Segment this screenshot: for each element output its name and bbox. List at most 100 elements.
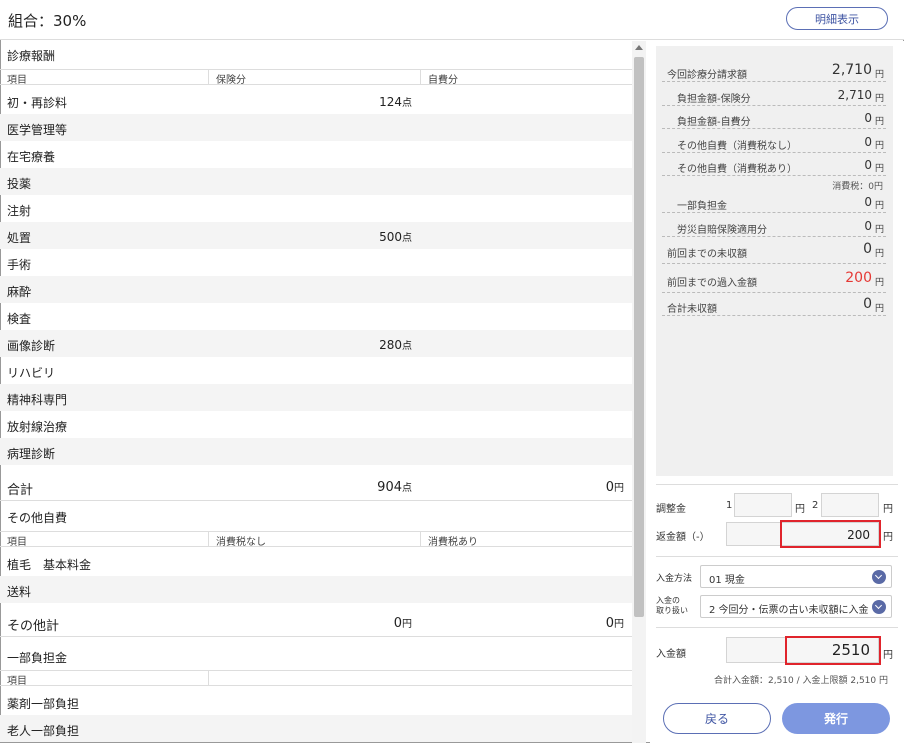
summary-label: その他自費（消費税なし） <box>677 141 797 152</box>
summary-value: 2,710 <box>831 62 872 78</box>
list-item: 薬剤一部負担 <box>0 688 632 715</box>
summary-row: 前回までの過入金額 200 円 <box>662 267 886 293</box>
item-label: 医学管理等 <box>7 123 68 137</box>
col-item: 項目 <box>7 75 27 86</box>
left-scrollbar[interactable] <box>632 41 646 743</box>
other-item-label: 送料 <box>7 585 32 599</box>
adjust-unit-2: 円 <box>883 504 893 515</box>
summary-unit: 円 <box>874 117 884 127</box>
col-no-tax: 消費税なし <box>216 537 266 548</box>
summary-value: 200 <box>845 270 872 286</box>
summary-row: 前回までの未収額 0 円 <box>662 238 886 264</box>
other-self-column-header: 項目 消費税なし 消費税あり <box>0 531 632 548</box>
right-panel: 今回診療分請求額 2,710 円負担金額-保険分 2,710 円負担金額-自費分 0 円その… <box>650 41 904 743</box>
list-item: 植毛 基本料金 <box>0 549 632 576</box>
summary-unit: 円 <box>874 249 884 259</box>
table-row: 初・再診料 124点 <box>0 87 632 114</box>
summary-label: 合計未収額 <box>667 304 717 315</box>
insured-value: 124点 <box>379 95 412 109</box>
back-button[interactable]: 戻る <box>663 703 771 734</box>
issue-button[interactable]: 発行 <box>782 703 890 734</box>
summary-label: 負担金額-自費分 <box>677 117 751 128</box>
col-with-tax: 消費税あり <box>428 537 478 548</box>
item-label: 精神科専門 <box>7 393 68 407</box>
payment-method-label: 入金方法 <box>656 574 693 584</box>
summary-unit: 円 <box>874 141 884 151</box>
partial-column-header: 項目 <box>0 670 632 687</box>
deposit-unit: 円 <box>883 650 893 661</box>
total-insured: 904点 <box>377 480 412 495</box>
summary-row: その他自費（消費税なし） 0 円 <box>662 130 886 153</box>
table-row: 病理診断 <box>0 438 632 465</box>
item-label: 検査 <box>7 312 32 326</box>
billing-summary: 今回診療分請求額 2,710 円負担金額-保険分 2,710 円負担金額-自費分 0 円その… <box>656 46 893 476</box>
left-panel: 診療報酬 項目 保険分 自費分 初・再診料 124点 医学管理等 在宅療養 投薬 注射 処置… <box>0 41 632 743</box>
other-total-label: その他計 <box>7 619 60 634</box>
payment-handling-select[interactable]: 2 今回分・伝票の古い未収額に入金 <box>700 595 892 618</box>
summary-value: 0 <box>863 296 872 312</box>
chevron-down-icon <box>872 600 886 614</box>
summary-label: 労災自賠保険適用分 <box>677 225 767 236</box>
payment-method-select[interactable]: 01 現金 <box>700 565 892 588</box>
table-row: 麻酔 <box>0 276 632 303</box>
other-item-label: 植毛 基本料金 <box>7 558 92 572</box>
summary-row: 労災自賠保険適用分 0 円 <box>662 214 886 237</box>
col-item: 項目 <box>7 537 27 548</box>
table-row: リハビリ <box>0 357 632 384</box>
header: 組合：30% 明細表示 <box>0 0 904 40</box>
refund-label: 返金額（-） <box>656 532 710 543</box>
summary-unit: 円 <box>874 164 884 174</box>
summary-label: 前回までの過入金額 <box>667 278 757 289</box>
adjust-number-1: 1 <box>726 500 733 511</box>
scroll-thumb[interactable] <box>634 57 644 617</box>
item-label: 麻酔 <box>7 285 32 299</box>
summary-value: 0 <box>863 241 872 257</box>
col-insured: 保険分 <box>216 75 246 86</box>
total-self: 0円 <box>605 480 624 495</box>
adjust-input-2[interactable] <box>821 493 879 517</box>
tax-note: 消費税：0円 <box>832 182 883 192</box>
other-total-with-tax: 0円 <box>605 616 624 631</box>
item-label: 手術 <box>7 258 32 272</box>
summary-label: 一部負担金 <box>677 201 727 212</box>
item-label: 放射線治療 <box>7 420 68 434</box>
adjust-label: 調整金 <box>656 504 686 515</box>
table-row: 手術 <box>0 249 632 276</box>
medical-total-row: 合計 904点 0円 <box>0 471 632 501</box>
summary-row: 今回診療分請求額 2,710 円 <box>662 59 886 82</box>
partial-item-label: 薬剤一部負担 <box>7 697 80 711</box>
summary-unit: 円 <box>874 94 884 104</box>
chevron-down-icon <box>872 570 886 584</box>
other-total-row: その他計 0円 0円 <box>0 607 632 637</box>
summary-row: 負担金額-自費分 0 円 <box>662 106 886 129</box>
adjust-number-2: 2 <box>812 500 819 511</box>
table-row: 放射線治療 <box>0 411 632 438</box>
scroll-up-icon[interactable] <box>635 45 643 50</box>
adjust-input-1[interactable] <box>734 493 792 517</box>
summary-label: 前回までの未収額 <box>667 249 747 260</box>
table-row: 画像診断 280点 <box>0 330 632 357</box>
table-row: 在宅療養 <box>0 141 632 168</box>
col-item: 項目 <box>7 676 27 687</box>
deposit-total-note: 合計入金額：2,510 / 入金上限額 2,510 円 <box>713 676 888 686</box>
insured-value: 500点 <box>379 230 412 244</box>
table-row: 投薬 <box>0 168 632 195</box>
list-item: 送料 <box>0 576 632 603</box>
adjust-unit-1: 円 <box>795 504 805 515</box>
summary-value: 0 <box>864 111 872 125</box>
summary-unit: 円 <box>874 201 884 211</box>
table-row: 処置 500点 <box>0 222 632 249</box>
summary-unit: 円 <box>874 70 884 80</box>
item-label: リハビリ <box>7 366 56 380</box>
summary-unit: 円 <box>874 278 884 288</box>
partial-item-label: 老人一部負担 <box>7 724 80 738</box>
refund-highlight <box>780 520 881 548</box>
summary-row: その他自費（消費税あり） 0 円 <box>662 153 886 176</box>
payment-handling-value: 2 今回分・伝票の古い未収額に入金 <box>709 605 869 616</box>
item-label: 在宅療養 <box>7 150 56 164</box>
payment-method-value: 01 現金 <box>709 575 745 586</box>
item-label: 投薬 <box>7 177 32 191</box>
detail-view-button[interactable]: 明細表示 <box>786 7 888 30</box>
summary-label: その他自費（消費税あり） <box>677 164 797 175</box>
item-label: 画像診断 <box>7 339 56 353</box>
